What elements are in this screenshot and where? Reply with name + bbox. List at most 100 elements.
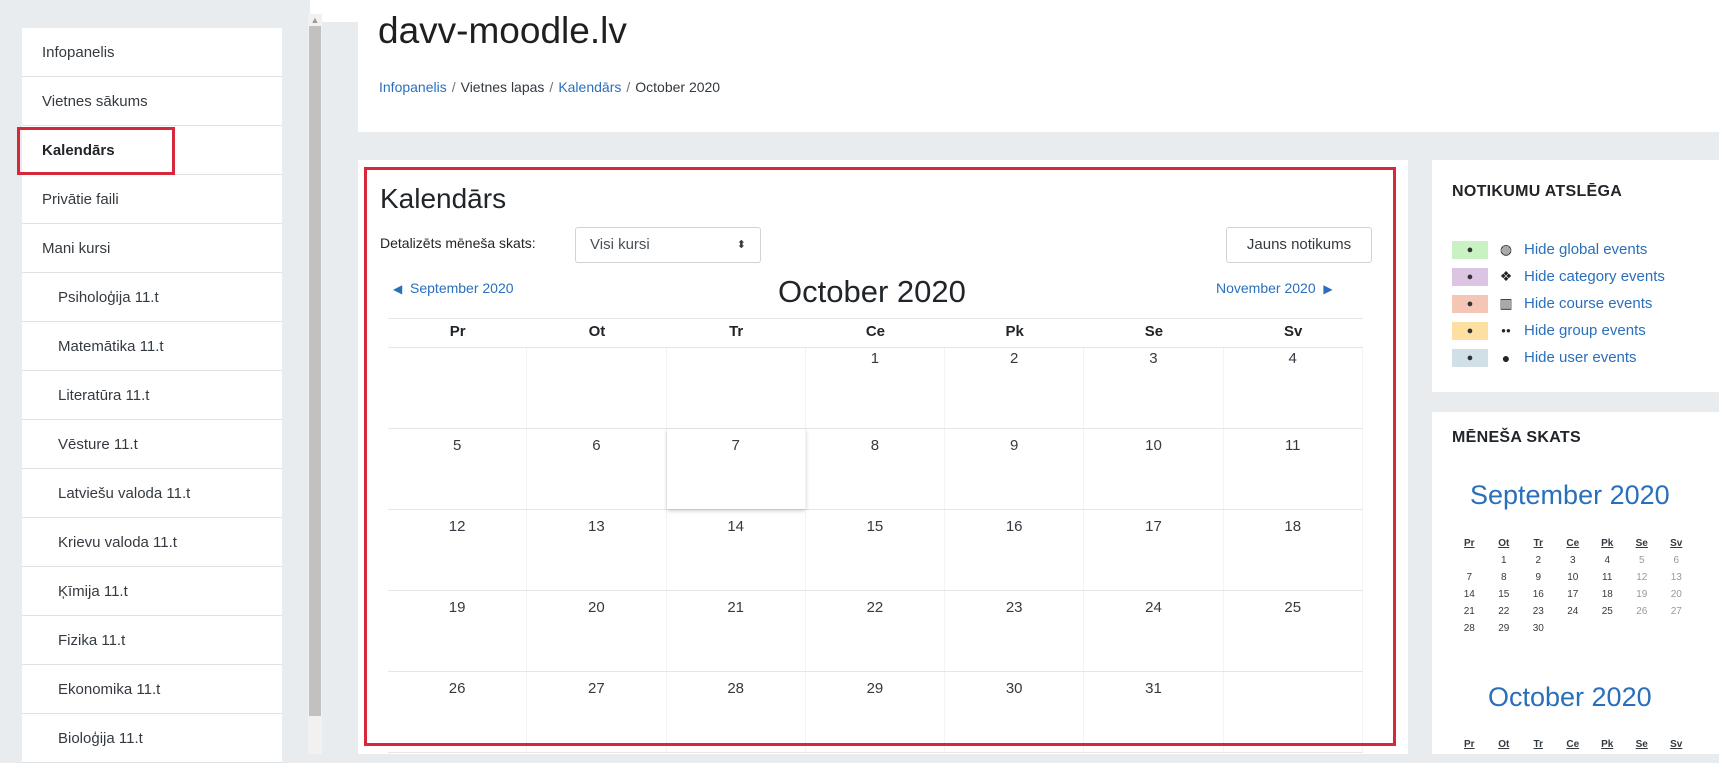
mini-weekday: Sv xyxy=(1670,739,1683,750)
scrollbar-thumb[interactable] xyxy=(309,26,321,716)
group-icon: ●● xyxy=(1501,326,1511,335)
mini-day: 19 xyxy=(1636,589,1648,600)
nav-item-label: Infopanelis xyxy=(42,44,115,61)
nav-item-label: Literatūra 11.t xyxy=(58,387,150,404)
user-icon: ● xyxy=(1501,349,1511,366)
breadcrumb-site-pages: Vietnes lapas xyxy=(460,79,545,95)
cubes-icon: ❖ xyxy=(1499,268,1513,284)
breadcrumb-separator: / xyxy=(549,79,554,95)
eye-icon[interactable]: ● xyxy=(1452,321,1488,340)
highlight-box-calendar xyxy=(364,167,1396,746)
nav-drawer: Infopanelis Vietnes sākums Kalendārs Privāt… xyxy=(0,0,310,763)
nav-item-7[interactable]: Literatūra 11.t xyxy=(22,371,282,420)
event-key-link[interactable]: Hide global events xyxy=(1524,241,1647,258)
nav-item-9[interactable]: Latviešu valoda 11.t xyxy=(22,469,282,518)
mini-day: 21 xyxy=(1463,606,1475,617)
event-key-link[interactable]: Hide user events xyxy=(1524,349,1637,366)
mini-day xyxy=(1590,620,1625,637)
nav-item-0[interactable]: Infopanelis xyxy=(22,28,282,77)
mini-weekday: Pr xyxy=(1463,739,1475,750)
mini-day: 15 xyxy=(1498,589,1510,600)
nav-item-5[interactable]: Psiholoģija 11.t xyxy=(22,273,282,322)
nav-item-label: Ķīmija 11.t xyxy=(58,583,128,600)
mini-day: 14 xyxy=(1463,589,1475,600)
event-key-link[interactable]: Hide group events xyxy=(1524,322,1646,339)
mini-weekday: Pk xyxy=(1601,538,1614,549)
breadcrumb-separator: / xyxy=(451,79,456,95)
mini-day xyxy=(1659,620,1694,637)
globe-icon: ◍ xyxy=(1499,241,1513,257)
mini-week-row: 1 2 3 4 5 6 xyxy=(1452,552,1694,569)
mini-week-row: 21 22 23 24 25 26 27 xyxy=(1452,603,1694,620)
mini-day: 30 xyxy=(1532,623,1544,634)
mini-day: 4 xyxy=(1604,555,1611,566)
eye-icon[interactable]: ● xyxy=(1452,348,1488,367)
event-key-link[interactable]: Hide category events xyxy=(1524,268,1665,285)
mini-day: 5 xyxy=(1638,555,1645,566)
mini-day: 22 xyxy=(1498,606,1510,617)
mini-day: 25 xyxy=(1601,606,1613,617)
mini-day: 8 xyxy=(1500,572,1507,583)
mini-day: 24 xyxy=(1567,606,1579,617)
mini-weekday: Se xyxy=(1635,739,1648,750)
nav-item-label: Fizika 11.t xyxy=(58,632,126,649)
mini-weekday: Ot xyxy=(1498,538,1510,549)
mini-weekday-row: Pr Ot Tr Ce Pk Se Sv xyxy=(1452,535,1694,552)
mini-day: 17 xyxy=(1567,589,1579,600)
mini-day xyxy=(1452,552,1487,569)
event-key-link[interactable]: Hide course events xyxy=(1524,295,1652,312)
mini-day: 7 xyxy=(1466,572,1473,583)
event-key-list: ● ◍ Hide global events ● ❖ Hide category even… xyxy=(1452,236,1665,371)
mini-weekday: Sv xyxy=(1670,538,1683,549)
mini-month-title-september[interactable]: September 2020 xyxy=(1470,480,1670,511)
site-title: davv-moodle.lv xyxy=(378,10,627,51)
mini-month-title-october[interactable]: October 2020 xyxy=(1488,682,1652,713)
nav-item-11[interactable]: Ķīmija 11.t xyxy=(22,567,282,616)
breadcrumb-calendar[interactable]: Kalendārs xyxy=(558,79,621,95)
highlight-box-nav xyxy=(17,127,175,175)
nav-item-13[interactable]: Ekonomika 11.t xyxy=(22,665,282,714)
mini-day: 27 xyxy=(1670,606,1682,617)
mini-weekday: Ce xyxy=(1566,739,1580,750)
nav-item-8[interactable]: Vēsture 11.t xyxy=(22,420,282,469)
eye-icon[interactable]: ● xyxy=(1452,267,1488,286)
mini-day: 29 xyxy=(1498,623,1510,634)
nav-item-label: Ekonomika 11.t xyxy=(58,681,161,698)
mini-weekday: Pr xyxy=(1463,538,1475,549)
mini-calendar-september: Pr Ot Tr Ce Pk Se Sv 1 2 3 4 5 6 7 8 9 10 11 12 13 14 15 16 17 1… xyxy=(1452,535,1694,637)
eye-icon[interactable]: ● xyxy=(1452,240,1488,259)
mini-weekday: Ce xyxy=(1566,538,1580,549)
drawer-scrollbar[interactable]: ▲ xyxy=(308,14,322,754)
mini-day: 20 xyxy=(1670,589,1682,600)
nav-item-3[interactable]: Privātie faili xyxy=(22,175,282,224)
mini-day: 2 xyxy=(1535,555,1542,566)
breadcrumb-separator: / xyxy=(626,79,631,95)
nav-item-label: Bioloģija 11.t xyxy=(58,730,143,747)
mini-weekday: Pk xyxy=(1601,739,1614,750)
event-key-row: ● ❖ Hide category events xyxy=(1452,263,1665,290)
nav-item-label: Krievu valoda 11.t xyxy=(58,534,177,551)
nav-item-14[interactable]: Bioloģija 11.t xyxy=(22,714,282,763)
mini-day: 1 xyxy=(1500,555,1507,566)
nav-item-10[interactable]: Krievu valoda 11.t xyxy=(22,518,282,567)
breadcrumb-infopanelis[interactable]: Infopanelis xyxy=(379,79,447,95)
eye-icon[interactable]: ● xyxy=(1452,294,1488,313)
nav-item-6[interactable]: Matemātika 11.t xyxy=(22,322,282,371)
nav-item-4[interactable]: Mani kursi xyxy=(22,224,282,273)
mini-day: 28 xyxy=(1463,623,1475,634)
mini-weekday: Tr xyxy=(1533,739,1543,750)
mini-day: 10 xyxy=(1567,572,1579,583)
institution-icon: ▥ xyxy=(1499,295,1513,311)
mini-day: 3 xyxy=(1569,555,1576,566)
mini-weekday-row: Pr Ot Tr Ce Pk Se Sv xyxy=(1452,736,1694,753)
mini-day: 23 xyxy=(1532,606,1544,617)
mini-day: 11 xyxy=(1602,572,1613,583)
event-key-row: ● ●● Hide group events xyxy=(1452,317,1665,344)
event-key-row: ● ● Hide user events xyxy=(1452,344,1665,371)
scroll-up-icon[interactable]: ▲ xyxy=(308,14,322,26)
nav-item-1[interactable]: Vietnes sākums xyxy=(22,77,282,126)
nav-item-12[interactable]: Fizika 11.t xyxy=(22,616,282,665)
mini-weekday: Tr xyxy=(1533,538,1543,549)
nav-item-label: Mani kursi xyxy=(42,240,111,257)
nav-item-label: Matemātika 11.t xyxy=(58,338,164,355)
